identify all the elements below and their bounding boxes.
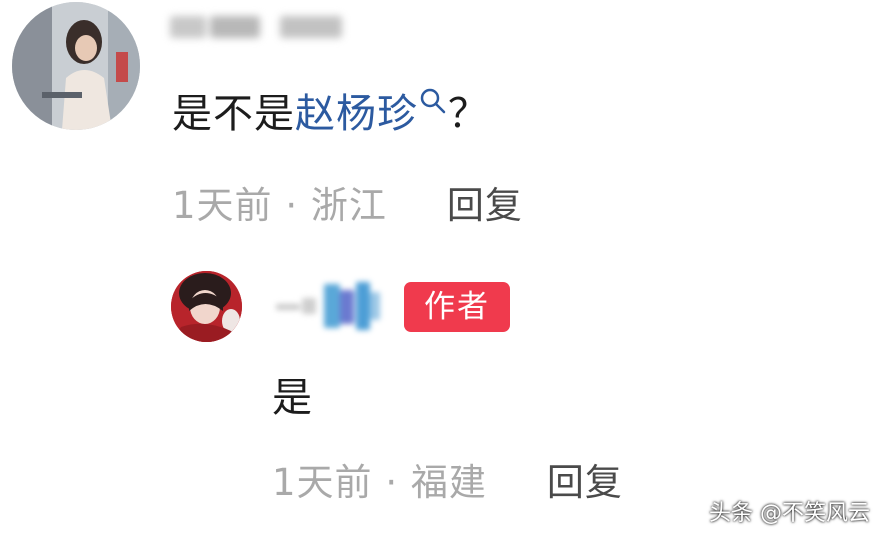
comment-text: 是不是赵杨珍 ？ — [172, 84, 489, 144]
comment-meta: 1天前 · 福建 回复 — [272, 458, 623, 508]
comment-meta: 1天前 · 浙江 回复 — [172, 181, 523, 231]
reply-button[interactable]: 回复 — [447, 184, 523, 227]
avatar[interactable] — [171, 271, 242, 342]
keyword-link[interactable]: 赵杨珍 — [295, 88, 448, 137]
location: 福建 — [410, 461, 487, 504]
username[interactable] — [170, 10, 350, 44]
comment-text: 是 — [272, 375, 312, 421]
timestamp: 1天前 — [172, 184, 273, 227]
avatar[interactable] — [12, 2, 140, 130]
comment-thread: 是不是赵杨珍？ 1天前 · 浙江 回复 作者 是 1天前 · 福建 回复 头条 … — [0, 0, 884, 542]
watermark: 头条 @不笑风云 — [709, 501, 870, 526]
comment-text-prefix: 是不是 — [172, 91, 295, 137]
meta-separator: · — [285, 184, 299, 227]
meta-separator: · — [385, 461, 399, 504]
username[interactable] — [272, 278, 388, 338]
search-icon[interactable] — [418, 84, 448, 122]
keyword-text[interactable]: 赵杨珍 — [295, 91, 418, 137]
author-badge: 作者 — [404, 282, 510, 332]
location: 浙江 — [310, 184, 387, 227]
reply-button[interactable]: 回复 — [547, 461, 623, 504]
comment-text-suffix: ？ — [448, 91, 489, 137]
timestamp: 1天前 — [272, 461, 373, 504]
